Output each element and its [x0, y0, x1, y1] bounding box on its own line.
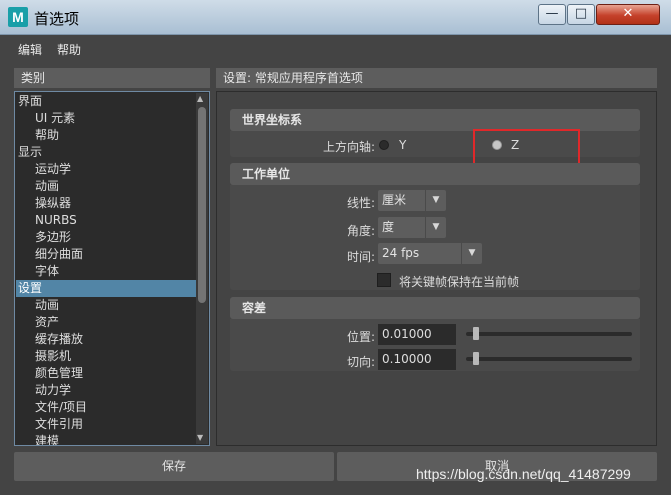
section-world-coords[interactable]: 世界坐标系: [230, 109, 640, 131]
time-unit-dropdown[interactable]: 24 fps ▼: [378, 243, 482, 264]
menu-edit[interactable]: 编辑: [18, 41, 42, 58]
tree-item[interactable]: 动画: [16, 297, 196, 314]
up-axis-y-label: Y: [399, 138, 407, 152]
tolerance-body: 位置: 0.01000 切向: 0.10000: [230, 319, 640, 371]
save-button[interactable]: 保存: [14, 452, 334, 481]
tree-item[interactable]: 帮助: [16, 127, 196, 144]
tree-item[interactable]: 建模: [16, 433, 196, 445]
tree-item[interactable]: 动力学: [16, 382, 196, 399]
tangent-slider-handle[interactable]: [472, 352, 479, 365]
tree-item[interactable]: 运动学: [16, 161, 196, 178]
working-units-body: 线性: 厘米 ▼ 角度: 度 ▼ 时间: 24 fps ▼ 将关键帧保持在当前帧: [230, 185, 640, 290]
chevron-down-icon: ▼: [425, 217, 446, 238]
window-title: 首选项: [34, 11, 80, 28]
settings-header: 设置: 常规应用程序首选项: [216, 68, 657, 88]
tree-item[interactable]: 摄影机: [16, 348, 196, 365]
tree-item[interactable]: 操纵器: [16, 195, 196, 212]
section-working-units[interactable]: 工作单位: [230, 163, 640, 185]
tree-item[interactable]: 多边形: [16, 229, 196, 246]
position-slider-track[interactable]: [466, 332, 632, 336]
linear-unit-dropdown[interactable]: 厘米 ▼: [378, 190, 446, 211]
up-axis-y-radio[interactable]: [379, 140, 389, 150]
title-bar[interactable]: M 首选项 — □ ✕: [0, 0, 671, 35]
tree-item[interactable]: 资产: [16, 314, 196, 331]
position-label: 位置:: [346, 330, 375, 344]
up-axis-label: 上方向轴:: [322, 140, 375, 154]
keep-keys-label: 将关键帧保持在当前帧: [399, 275, 520, 289]
angular-label: 角度:: [346, 224, 375, 238]
chevron-down-icon: ▼: [425, 190, 446, 211]
tree-item[interactable]: UI 元素: [16, 110, 196, 127]
position-tolerance-field[interactable]: 0.01000: [378, 324, 456, 345]
linear-label: 线性:: [346, 196, 375, 210]
scroll-up-icon[interactable]: ▲: [197, 94, 203, 104]
tree-item[interactable]: 显示: [16, 144, 196, 161]
time-label: 时间:: [346, 250, 375, 264]
tree-item[interactable]: 设置: [16, 280, 196, 297]
keep-keys-checkbox[interactable]: [377, 273, 391, 287]
tangent-label: 切向:: [346, 355, 375, 369]
tree-item[interactable]: NURBS: [16, 212, 196, 229]
angular-unit-dropdown[interactable]: 度 ▼: [378, 217, 446, 238]
minimize-button[interactable]: —: [538, 4, 566, 25]
menu-bar: 编辑 帮助: [0, 35, 671, 61]
tangent-slider-track[interactable]: [466, 357, 632, 361]
menu-help[interactable]: 帮助: [57, 41, 81, 58]
section-tolerance[interactable]: 容差: [230, 297, 640, 319]
position-slider-handle[interactable]: [472, 327, 479, 340]
watermark-text: https://blog.csdn.net/qq_41487299: [416, 466, 631, 482]
tree-item[interactable]: 字体: [16, 263, 196, 280]
linear-unit-value: 厘米: [382, 193, 407, 207]
maximize-button[interactable]: □: [567, 4, 595, 25]
tree-item[interactable]: 动画: [16, 178, 196, 195]
scroll-down-icon[interactable]: ▼: [197, 433, 203, 443]
chevron-down-icon: ▼: [461, 243, 482, 264]
tree-item[interactable]: 文件/项目: [16, 399, 196, 416]
scrollbar-thumb[interactable]: [198, 107, 206, 303]
tree-scrollbar[interactable]: ▲ ▼: [196, 93, 208, 444]
tree-item[interactable]: 界面: [16, 93, 196, 110]
tree-item[interactable]: 缓存播放: [16, 331, 196, 348]
categories-tree: 界面 UI 元素 帮助 显示 运动学 动画 操纵器 NURBS 多边形 细分曲面 字体 设置 动画 资产缓…: [14, 91, 210, 446]
categories-header: 类别: [14, 68, 210, 88]
tangent-tolerance-field[interactable]: 0.10000: [378, 349, 456, 370]
time-unit-value: 24 fps: [382, 246, 420, 260]
maya-app-icon: M: [8, 7, 28, 27]
tree-item[interactable]: 细分曲面: [16, 246, 196, 263]
tree-item[interactable]: 颜色管理: [16, 365, 196, 382]
tree-item[interactable]: 文件引用: [16, 416, 196, 433]
angular-unit-value: 度: [382, 220, 395, 234]
close-button[interactable]: ✕: [596, 4, 660, 25]
annotation-highlight-box: [473, 129, 580, 167]
